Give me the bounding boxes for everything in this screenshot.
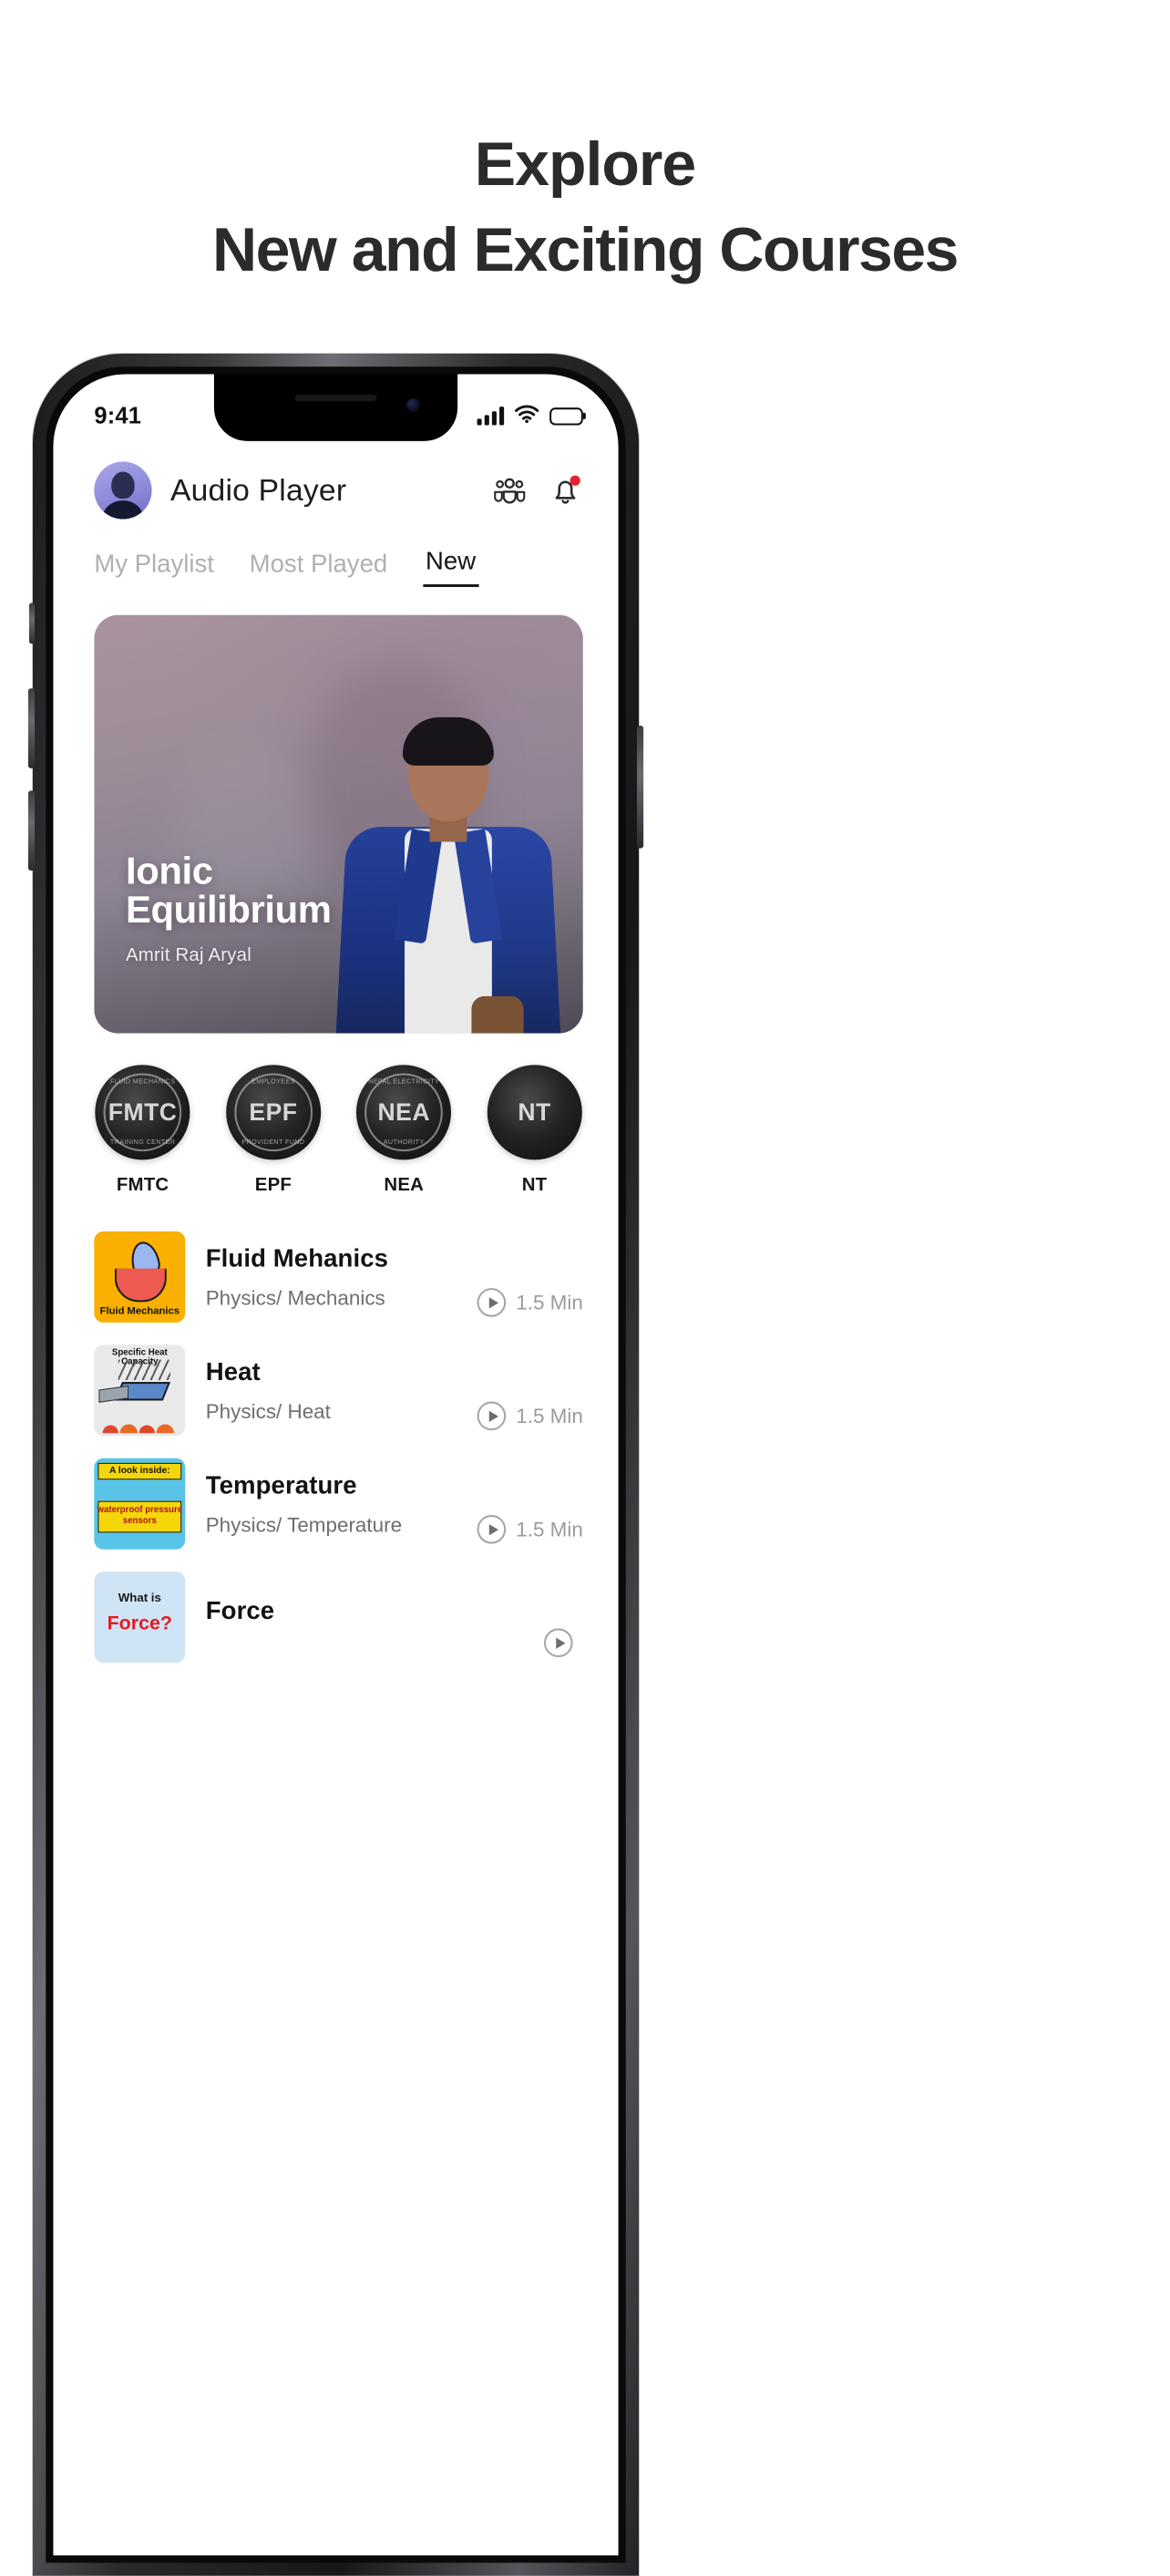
course-title: Force <box>205 1596 275 1624</box>
course-subtitle: Physics/ Mechanics <box>205 1285 385 1310</box>
course-thumbnail-temperature: A look inside: waterproof pressure senso… <box>94 1458 186 1550</box>
phone-screen: 9:41 Audio Player My Playlist Most Playe… <box>53 374 619 2556</box>
avatar[interactable] <box>94 461 152 520</box>
category-badge-list: FLUID MECHANICS FMTC TRAINING CENTER FMT… <box>53 1034 618 1197</box>
volume-down-button[interactable] <box>27 790 36 871</box>
course-duration: 1.5 Min <box>516 1517 583 1541</box>
epf-arc-top: EMPLOYEES <box>251 1078 295 1086</box>
category-label-nea: NEA <box>384 1174 425 1196</box>
page-title-line-2: New and Exciting Courses <box>212 215 959 285</box>
front-camera-icon <box>406 397 421 413</box>
nea-arc-bottom: AUTHORITY <box>383 1139 425 1147</box>
status-bar-icons <box>477 404 586 428</box>
tab-my-playlist[interactable]: My Playlist <box>94 550 214 587</box>
tab-new[interactable]: New <box>422 547 479 588</box>
course-meta: Force <box>206 1596 524 1638</box>
fmtc-seal-icon: FLUID MECHANICS FMTC TRAINING CENTER <box>95 1065 190 1160</box>
tab-most-played[interactable]: Most Played <box>250 550 388 587</box>
epf-seal-text: EPF <box>249 1097 298 1127</box>
nea-seal-text: NEA <box>377 1097 431 1127</box>
category-badge-nea[interactable]: NEPAL ELECTRICITY NEA AUTHORITY NEA <box>355 1065 453 1196</box>
course-title: Heat <box>205 1357 261 1386</box>
cellular-signal-icon <box>477 407 505 426</box>
thumbnail-caption-2: waterproof pressure sensors <box>97 1504 183 1527</box>
tab-bar: My Playlist Most Played New <box>53 520 618 588</box>
list-item[interactable]: A look inside: waterproof pressure senso… <box>94 1448 583 1561</box>
category-label-epf: EPF <box>254 1174 292 1196</box>
phone-bezel: 9:41 Audio Player My Playlist Most Playe… <box>46 366 626 2563</box>
group-icon[interactable] <box>492 473 528 509</box>
fmtc-arc-bottom: TRAINING CENTER <box>109 1139 176 1147</box>
category-badge-nt[interactable]: NT NT <box>486 1065 583 1196</box>
header-actions <box>492 473 583 509</box>
category-badge-fmtc[interactable]: FLUID MECHANICS FMTC TRAINING CENTER FMT… <box>94 1065 191 1196</box>
featured-course-card[interactable]: Ionic Equilibrium Amrit Raj Aryal <box>94 614 583 1034</box>
instructor-photo <box>335 716 561 1034</box>
power-button[interactable] <box>637 726 644 849</box>
nt-logo-text: NT <box>518 1097 551 1127</box>
course-duration: 1.5 Min <box>516 1290 583 1314</box>
course-duration-group[interactable]: 1.5 Min <box>477 1514 583 1550</box>
notification-badge-dot <box>570 475 580 486</box>
battery-icon <box>549 407 586 426</box>
course-duration-group[interactable] <box>544 1628 583 1663</box>
hero-text-block: Ionic Equilibrium Amrit Raj Aryal <box>126 850 332 966</box>
notch <box>213 374 458 441</box>
epf-arc-bottom: PROVIDENT FUND <box>241 1139 305 1147</box>
play-icon[interactable] <box>477 1288 507 1317</box>
hero-instructor-name: Amrit Raj Aryal <box>126 944 251 966</box>
course-meta: Fluid Mehanics Physics/ Mechanics <box>206 1244 457 1310</box>
play-icon[interactable] <box>544 1628 573 1658</box>
status-bar-time: 9:41 <box>94 402 142 429</box>
wifi-icon <box>514 404 539 428</box>
course-title: Temperature <box>205 1470 357 1499</box>
hero-title-line-2: Equilibrium <box>126 888 332 932</box>
play-icon[interactable] <box>477 1401 507 1431</box>
category-label-fmtc: FMTC <box>116 1174 169 1196</box>
category-badge-epf[interactable]: EMPLOYEES EPF PROVIDENT FUND EPF <box>225 1065 323 1196</box>
course-meta: Heat Physics/ Heat <box>206 1357 457 1423</box>
list-item[interactable]: What is Force? Force <box>94 1561 583 1674</box>
page-title-line-1: Explore <box>474 129 696 199</box>
app-title: Audio Player <box>169 472 347 508</box>
thumbnail-caption: Fluid Mechanics <box>99 1305 180 1317</box>
course-thumbnail-heat: Specific Heat Capacity <box>94 1345 186 1437</box>
app-header: Audio Player <box>53 441 618 520</box>
course-thumbnail-force: What is Force? <box>94 1571 186 1664</box>
bell-icon[interactable] <box>548 473 583 509</box>
phone-frame: 9:41 Audio Player My Playlist Most Playe… <box>27 354 644 2576</box>
phone-mockup: 9:41 Audio Player My Playlist Most Playe… <box>27 354 1137 2576</box>
list-item[interactable]: Specific Heat Capacity Heat Physics/ Hea… <box>94 1334 583 1447</box>
earpiece-speaker <box>294 394 377 402</box>
silent-switch-button[interactable] <box>28 603 36 644</box>
fmtc-seal-text: FMTC <box>108 1097 178 1127</box>
course-subtitle: Physics/ Temperature <box>205 1512 403 1536</box>
hero-title-line-1: Ionic <box>126 850 213 892</box>
category-label-nt: NT <box>521 1174 548 1196</box>
thumbnail-caption-2: Force? <box>107 1613 172 1634</box>
page-title: Explore New and Exciting Courses <box>0 0 1170 286</box>
course-subtitle: Physics/ Heat <box>205 1398 331 1423</box>
fmtc-arc-top: FLUID MECHANICS <box>109 1078 176 1086</box>
play-icon[interactable] <box>477 1514 507 1544</box>
course-duration: 1.5 Min <box>516 1404 583 1427</box>
volume-up-button[interactable] <box>27 688 36 768</box>
nea-arc-top: NEPAL ELECTRICITY <box>368 1078 440 1086</box>
thumbnail-caption: What is <box>118 1590 161 1604</box>
thumbnail-caption: A look inside: <box>109 1465 170 1477</box>
list-item[interactable]: Fluid Mechanics Fluid Mehanics Physics/ … <box>94 1221 583 1334</box>
course-thumbnail-fluid-mechanics: Fluid Mechanics <box>94 1231 186 1323</box>
nt-logo-icon: NT <box>487 1065 582 1160</box>
course-list: Fluid Mechanics Fluid Mehanics Physics/ … <box>53 1196 618 1674</box>
course-meta: Temperature Physics/ Temperature <box>206 1471 457 1537</box>
course-duration-group[interactable]: 1.5 Min <box>477 1288 583 1323</box>
course-duration-group[interactable]: 1.5 Min <box>477 1401 583 1437</box>
nea-seal-icon: NEPAL ELECTRICITY NEA AUTHORITY <box>356 1065 452 1160</box>
epf-seal-icon: EMPLOYEES EPF PROVIDENT FUND <box>225 1065 321 1160</box>
course-title: Fluid Mehanics <box>205 1243 389 1273</box>
